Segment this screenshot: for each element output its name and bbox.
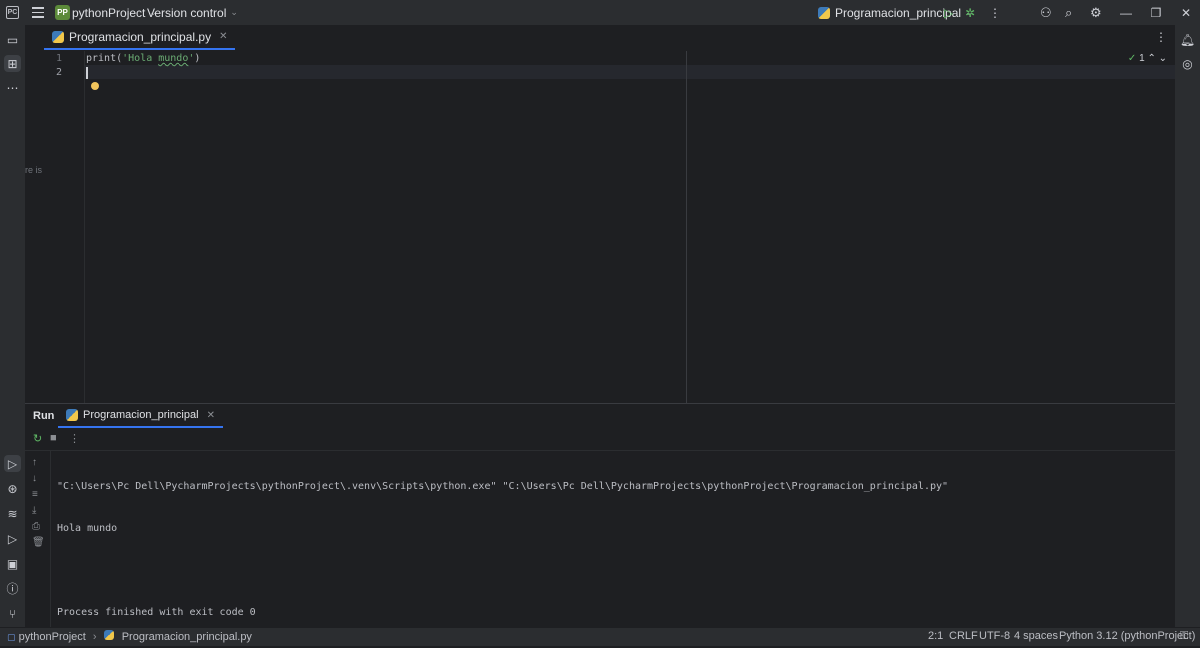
right-margin-guide	[686, 51, 687, 403]
left-tool-strip: ▭ ⊞ ⋯ ▷ ⊛ ≋ ▷ ▣ ⓘ ⑂	[0, 25, 26, 627]
terminal-icon[interactable]: ▣	[4, 555, 21, 572]
title-bar: PC PP pythonProject ⌄ Version control ⌄ …	[0, 0, 1200, 25]
trash-icon[interactable]: 🗑︎	[32, 537, 45, 548]
chevron-up-icon[interactable]: ⌃	[1147, 53, 1155, 64]
main-menu-button[interactable]	[30, 0, 46, 25]
pycharm-logo-icon: PC	[6, 6, 19, 19]
module-icon: ▢	[7, 632, 16, 642]
version-control-label: Version control	[147, 5, 227, 20]
lightbulb-icon[interactable]	[91, 82, 99, 90]
editor-tab-label: Programacion_principal.py	[69, 29, 212, 44]
python-file-icon	[66, 409, 78, 421]
stop-icon[interactable]: ■	[50, 432, 57, 444]
print-icon[interactable]: ⎙	[32, 521, 40, 532]
indent-setting[interactable]: 4 spaces	[1014, 630, 1058, 642]
file-encoding[interactable]: UTF-8	[979, 630, 1010, 642]
close-tab-icon[interactable]: ✕	[219, 31, 227, 42]
editor-tab-bar: Programacion_principal.py ✕ ⋮	[44, 25, 1175, 52]
run-tool-icon[interactable]: ▷	[4, 455, 21, 472]
run-tool-window: Run Programacion_principal ✕ ↻ ■ ⋮ ↑ ↓ ≡…	[25, 403, 1175, 628]
run-panel-header: Run Programacion_principal ✕	[25, 404, 1175, 428]
run-tab-label: Programacion_principal	[83, 409, 199, 421]
python-interpreter[interactable]: Python 3.12 (pythonProject)	[1059, 630, 1195, 642]
project-folder-icon[interactable]: ▭	[4, 31, 21, 48]
arrow-up-icon[interactable]: ↑	[32, 457, 37, 468]
truncated-text: re is	[25, 165, 43, 175]
version-control-widget[interactable]: Version control ⌄	[147, 0, 238, 25]
text-caret	[86, 67, 88, 79]
debug-icon[interactable]: ✲	[965, 0, 975, 25]
more-options-icon[interactable]: ⋮	[69, 432, 80, 445]
arrow-down-icon[interactable]: ↓	[32, 473, 37, 484]
ai-assistant-icon[interactable]: ◎	[1179, 55, 1196, 72]
search-icon[interactable]: ⌕	[1065, 0, 1072, 25]
inspection-count: 1	[1139, 53, 1145, 64]
git-icon[interactable]: ⑂	[4, 605, 21, 622]
breadcrumb-project: pythonProject	[18, 631, 86, 643]
run-toolbar: ↻ ■ ⋮	[25, 428, 1175, 451]
console-line: "C:\Users\Pc Dell\PycharmProjects\python…	[57, 481, 949, 492]
lock-icon[interactable]: ⚿	[1180, 630, 1188, 643]
line-separator[interactable]: CRLF	[949, 630, 978, 642]
editor-tab[interactable]: Programacion_principal.py ✕	[44, 25, 236, 50]
chevron-right-icon: ›	[92, 631, 97, 643]
soft-wrap-icon[interactable]: ≡	[32, 489, 38, 500]
project-name: pythonProject	[72, 5, 146, 20]
check-icon: ✓	[1127, 53, 1137, 64]
console-line: Hola mundo	[57, 523, 118, 534]
rerun-icon[interactable]: ↻	[33, 432, 42, 445]
status-bar: ▢ pythonProject › Programacion_principal…	[0, 627, 1200, 646]
editor-gutter: 1 2	[44, 51, 85, 403]
minimize-button[interactable]: —	[1116, 0, 1136, 25]
python-file-icon	[103, 630, 114, 640]
console-output[interactable]: "C:\Users\Pc Dell\PycharmProjects\python…	[57, 452, 948, 648]
caret-position[interactable]: 2:1	[928, 630, 943, 642]
problems-icon[interactable]: ⓘ	[4, 580, 21, 597]
chevron-down-icon[interactable]: ⌄	[1159, 53, 1167, 64]
inspection-widget[interactable]: ✓ 1 ⌃ ⌄	[1128, 53, 1167, 64]
more-actions-icon[interactable]: ⋮	[989, 0, 1001, 25]
run-side-toolbar: ↑ ↓ ≡ ⤓ ⎙ 🗑︎	[25, 451, 51, 628]
settings-gear-icon[interactable]: ⚙	[1090, 0, 1102, 25]
line-number: 1	[55, 53, 62, 64]
python-packages-icon[interactable]: ⊛	[4, 480, 21, 497]
run-icon[interactable]: ▷	[944, 0, 953, 25]
python-file-icon	[818, 6, 830, 19]
structure-icon[interactable]: ⊞	[4, 55, 21, 72]
breadcrumb[interactable]: ▢ pythonProject › Programacion_principal…	[7, 630, 252, 643]
right-tool-strip: 🔔︎ ◎	[1175, 25, 1200, 627]
console-line: Process finished with exit code 0	[57, 607, 256, 618]
line-number: 2	[55, 67, 62, 78]
chevron-down-icon: ⌄	[230, 7, 238, 17]
project-badge[interactable]: PP	[55, 5, 70, 20]
python-file-icon	[52, 30, 64, 43]
code-editor[interactable]: print('Hola mundo') ✓ 1 ⌃ ⌄	[85, 51, 1175, 403]
code-line: print('Hola mundo')	[86, 53, 201, 64]
services-icon[interactable]: ▷	[4, 530, 21, 547]
run-config-name: Programacion_principal	[835, 5, 962, 20]
close-window-button[interactable]: ✕	[1176, 0, 1196, 25]
current-line-highlight	[85, 65, 1175, 79]
project-widget[interactable]: pythonProject ⌄	[72, 0, 157, 25]
notifications-icon[interactable]: 🔔︎	[1179, 31, 1196, 48]
run-tab[interactable]: Programacion_principal ✕	[58, 404, 223, 428]
run-panel-title: Run	[33, 410, 55, 422]
add-user-icon[interactable]: ⚇	[1040, 0, 1052, 25]
restore-button[interactable]: ❐	[1146, 0, 1166, 25]
scroll-to-end-icon[interactable]: ⤓	[32, 505, 36, 516]
tab-options-icon[interactable]: ⋮	[1155, 30, 1167, 44]
breadcrumb-file: Programacion_principal.py	[121, 631, 252, 643]
more-tools-icon[interactable]: ⋯	[4, 79, 21, 96]
layers-icon[interactable]: ≋	[4, 505, 21, 522]
close-tab-icon[interactable]: ✕	[207, 410, 215, 421]
